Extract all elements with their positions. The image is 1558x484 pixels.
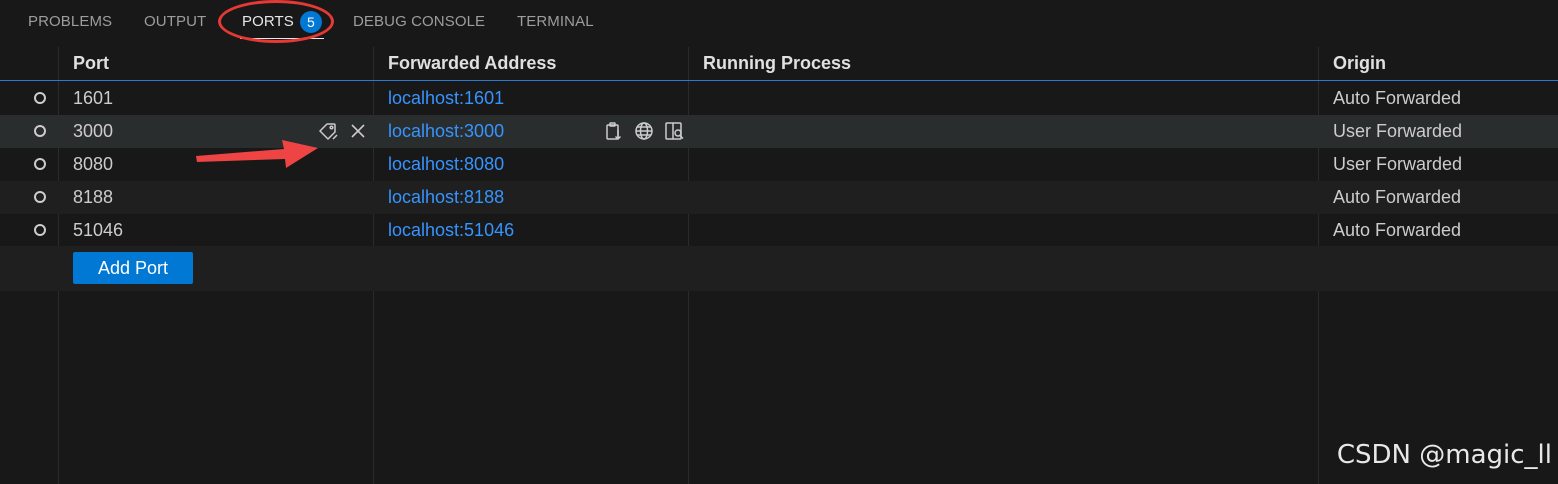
globe-icon[interactable]	[633, 120, 655, 142]
origin-cell: Auto Forwarded	[1333, 220, 1462, 240]
origin-cell: User Forwarded	[1333, 121, 1463, 141]
preview-icon[interactable]	[663, 120, 685, 142]
forwarded-address-link[interactable]: localhost:3000	[388, 121, 504, 142]
forwarded-address-link[interactable]: localhost:51046	[388, 220, 514, 241]
annotation-arrow	[196, 140, 318, 168]
add-port-row: Add Port	[0, 246, 1558, 291]
column-header-forwarded-address[interactable]: Forwarded Address	[388, 53, 556, 74]
port-status-icon	[34, 224, 46, 236]
table-row[interactable]: 1601 localhost:1601 Auto Forwarded	[0, 82, 1558, 115]
port-status-icon	[34, 125, 46, 137]
column-header-port[interactable]: Port	[73, 53, 109, 74]
origin-cell: User Forwarded	[1333, 154, 1463, 174]
column-header-running-process[interactable]: Running Process	[703, 53, 851, 74]
watermark: CSDN @magic_ll	[1336, 440, 1552, 470]
port-cell: 8080	[73, 154, 114, 174]
port-status-icon	[34, 158, 46, 170]
tab-problems[interactable]: PROBLEMS	[28, 12, 112, 34]
origin-cell: Auto Forwarded	[1333, 88, 1462, 108]
table-row[interactable]: 8188 localhost:8188 Auto Forwarded	[0, 181, 1558, 214]
port-cell: 3000	[73, 121, 114, 141]
port-cell: 8188	[73, 187, 114, 207]
copy-address-icon[interactable]	[603, 120, 625, 142]
port-cell: 1601	[73, 88, 114, 108]
tab-debug-console[interactable]: DEBUG CONSOLE	[353, 12, 485, 34]
tab-terminal[interactable]: TERMINAL	[517, 12, 594, 34]
forwarded-address-link[interactable]: localhost:8188	[388, 187, 504, 208]
column-header-origin[interactable]: Origin	[1333, 53, 1386, 74]
forwarded-address-link[interactable]: localhost:8080	[388, 154, 504, 175]
port-cell: 51046	[73, 220, 124, 240]
close-icon[interactable]	[347, 120, 369, 142]
table-row[interactable]: 51046 localhost:51046 Auto Forwarded	[0, 214, 1558, 247]
origin-cell: Auto Forwarded	[1333, 187, 1462, 207]
add-port-button[interactable]: Add Port	[73, 252, 193, 284]
tab-output[interactable]: OUTPUT	[144, 12, 206, 34]
forwarded-address-link[interactable]: localhost:1601	[388, 88, 504, 109]
port-status-icon	[34, 191, 46, 203]
annotation-circle	[218, 0, 334, 43]
port-status-icon	[34, 92, 46, 104]
table-header: Port Forwarded Address Running Process O…	[0, 47, 1558, 81]
